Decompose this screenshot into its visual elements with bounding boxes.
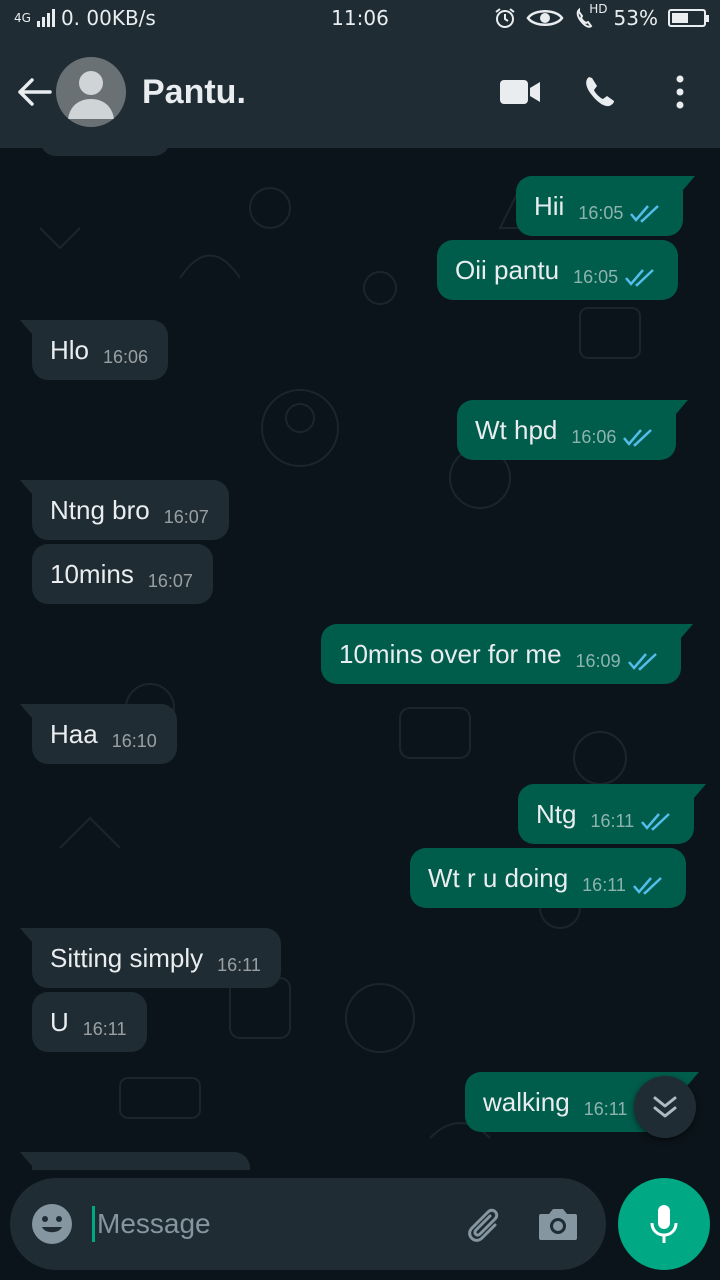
phone-icon[interactable] — [560, 52, 640, 132]
clock: 11:06 — [331, 6, 389, 30]
avatar[interactable] — [56, 57, 126, 127]
message-bubble-partial — [40, 148, 170, 156]
battery-icon — [668, 9, 709, 27]
scroll-down-icon[interactable] — [634, 1076, 696, 1138]
message-bubble-outgoing[interactable]: Ntg 16:11 — [518, 784, 707, 844]
more-options-icon[interactable] — [640, 52, 720, 132]
status-bar: 4G 0. 00KB/s 11:06 HD 53% — [0, 0, 720, 36]
message-bubble-outgoing[interactable]: Wt hpd 16:06 — [457, 400, 689, 460]
double-tick-icon — [624, 267, 658, 287]
double-tick-icon — [627, 651, 661, 671]
message-bubble-outgoing[interactable]: Wt r u doing 16:11 — [410, 848, 686, 908]
attach-icon[interactable] — [454, 1196, 510, 1252]
message-list[interactable]: Hii 16:05 Oii pantu 16:05 Hlo 16:06 Wt h… — [0, 148, 720, 1170]
eye-icon — [526, 7, 564, 29]
message-bubble-partial — [20, 1152, 250, 1170]
message-bubble-incoming[interactable]: Sitting simply 16:11 — [20, 928, 281, 988]
chat-header: Pantu. — [0, 36, 720, 148]
double-tick-icon — [622, 427, 656, 447]
emoji-icon[interactable] — [30, 1202, 74, 1246]
double-tick-icon — [629, 203, 663, 223]
network-speed: 0. 00KB/s — [60, 6, 156, 30]
text-caret — [92, 1206, 95, 1242]
back-arrow-icon[interactable] — [14, 72, 54, 112]
video-call-icon[interactable] — [480, 52, 560, 132]
message-input-bar: Message — [10, 1178, 606, 1270]
double-tick-icon — [632, 875, 666, 895]
mic-icon[interactable] — [618, 1178, 710, 1270]
message-bubble-incoming[interactable]: Hlo 16:06 — [19, 320, 169, 380]
composer: Message — [0, 1170, 720, 1280]
network-type: 4G — [14, 11, 31, 25]
battery-percent: 53% — [613, 6, 658, 30]
message-bubble-outgoing[interactable]: Hii 16:05 — [516, 176, 696, 236]
hd-call-icon: HD — [574, 2, 608, 30]
message-input[interactable]: Message — [92, 1194, 454, 1254]
message-bubble-incoming[interactable]: Haa 16:10 — [20, 704, 177, 764]
contact-name[interactable]: Pantu. — [142, 73, 246, 112]
signal-icon — [36, 9, 55, 27]
camera-icon[interactable] — [530, 1196, 586, 1252]
message-bubble-incoming[interactable]: 10mins 16:07 — [32, 544, 213, 604]
alarm-icon — [494, 7, 516, 29]
message-bubble-outgoing[interactable]: 10mins over for me 16:09 — [321, 624, 693, 684]
message-bubble-incoming[interactable]: Ntng bro 16:07 — [20, 480, 229, 540]
message-bubble-outgoing[interactable]: Oii pantu 16:05 — [437, 240, 679, 300]
message-bubble-incoming[interactable]: U 16:11 — [32, 992, 147, 1052]
double-tick-icon — [640, 811, 674, 831]
